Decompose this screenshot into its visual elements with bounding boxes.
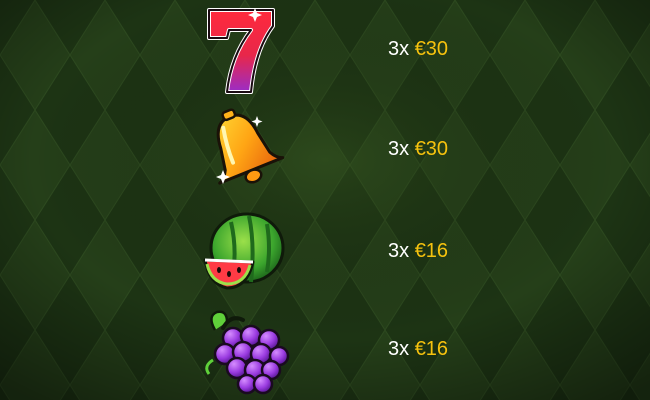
- payout-amount: €30: [414, 38, 449, 60]
- watermelon-icon: [193, 202, 293, 302]
- paytable-row: 3x €30: [0, 0, 650, 100]
- payout: 3x €16: [388, 238, 448, 264]
- paytable-row: 3x €16: [0, 300, 650, 400]
- payout: 3x €30: [388, 36, 448, 62]
- bell-icon: [193, 100, 293, 200]
- payout: 3x €16: [388, 336, 448, 362]
- payout-multiplier: 3x: [388, 240, 410, 262]
- paytable-row: 3x €16: [0, 202, 650, 302]
- payout-multiplier: 3x: [388, 38, 410, 60]
- seven-icon: [193, 0, 293, 100]
- payout-amount: €16: [414, 240, 449, 262]
- payout: 3x €30: [388, 136, 448, 162]
- grapes-icon: [193, 300, 293, 400]
- payout-amount: €16: [414, 338, 449, 360]
- paytable-row: 3x €30: [0, 100, 650, 200]
- payout-multiplier: 3x: [388, 138, 410, 160]
- paytable: 3x €30 3x €30 3x €16 3x €16: [0, 0, 650, 400]
- payout-amount: €30: [414, 138, 449, 160]
- payout-multiplier: 3x: [388, 338, 410, 360]
